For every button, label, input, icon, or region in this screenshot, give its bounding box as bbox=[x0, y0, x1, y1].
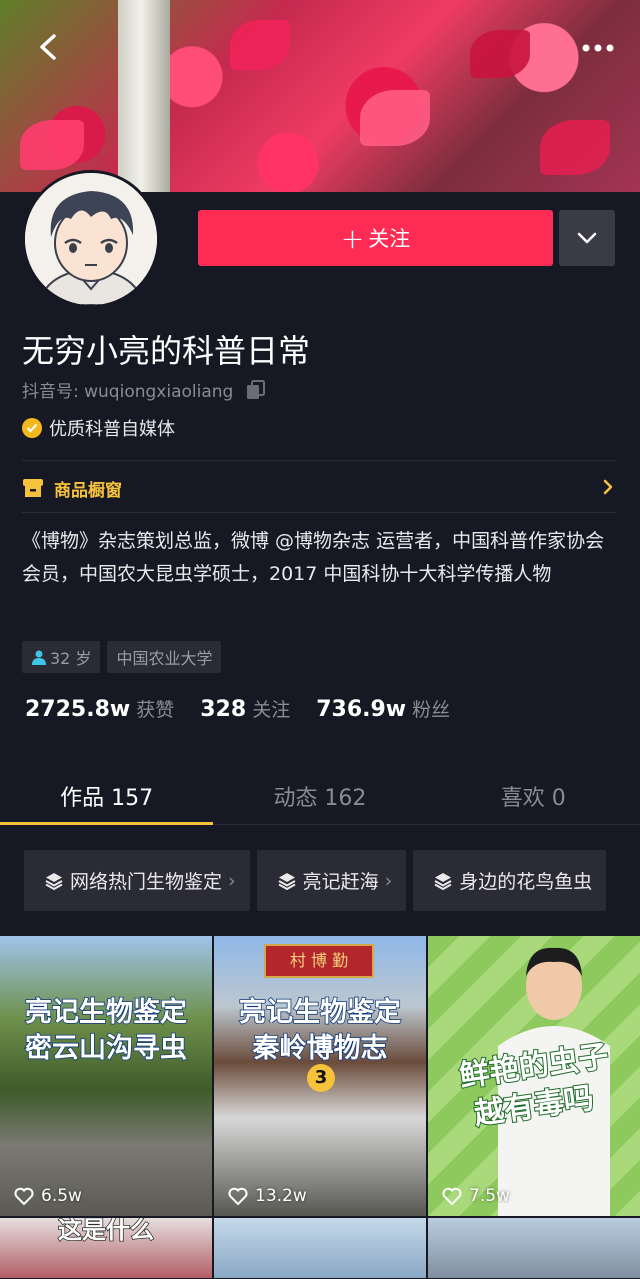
divider bbox=[22, 460, 616, 461]
tab-moments[interactable]: 动态 162 bbox=[213, 770, 426, 824]
plus-icon: + bbox=[340, 221, 365, 255]
tab-works[interactable]: 作品 157 bbox=[0, 770, 214, 825]
profile-tags: 32 岁 中国农业大学 bbox=[22, 641, 222, 673]
avatar[interactable] bbox=[22, 170, 160, 308]
video-title-line: 这是什么 bbox=[57, 1218, 155, 1245]
video-thumbnail[interactable] bbox=[428, 1218, 640, 1278]
following-count[interactable]: 328 bbox=[200, 697, 246, 722]
likes-count: 7.5w bbox=[469, 1186, 510, 1206]
follow-button[interactable]: + 关注 bbox=[198, 210, 553, 266]
ellipsis-icon[interactable] bbox=[576, 30, 620, 66]
content-tabs: 作品 157 动态 162 喜欢 0 bbox=[0, 770, 640, 825]
video-number-badge: 3 bbox=[307, 1064, 335, 1092]
cover-leaf bbox=[360, 90, 430, 146]
tab-likes[interactable]: 喜欢 0 bbox=[427, 770, 640, 824]
cover-banner bbox=[0, 0, 640, 192]
collection-chip[interactable]: 亮记赶海 › bbox=[256, 850, 407, 911]
heart-icon bbox=[228, 1187, 248, 1205]
followers-label[interactable]: 粉丝 bbox=[412, 695, 450, 722]
verified-label: 优质科普自媒体 bbox=[49, 419, 175, 440]
video-likes: 13.2w bbox=[228, 1186, 307, 1206]
video-title-line: 亮记生物鉴定 bbox=[238, 996, 402, 1029]
follow-label: 关注 bbox=[368, 227, 411, 251]
video-likes: 6.5w bbox=[14, 1186, 82, 1206]
shop-icon bbox=[23, 479, 43, 497]
douyin-id: 抖音号: wuqiongxiaoliang bbox=[22, 382, 234, 402]
chevron-left-icon[interactable] bbox=[30, 28, 68, 66]
likes-count: 13.2w bbox=[255, 1186, 307, 1206]
likes-label: 获赞 bbox=[136, 699, 175, 721]
expand-button[interactable] bbox=[559, 210, 615, 266]
shop-label: 商品橱窗 bbox=[54, 480, 122, 501]
video-title-line: 密云山沟寻虫 bbox=[24, 1032, 188, 1065]
layers-icon bbox=[45, 872, 63, 890]
school-tag: 中国农业大学 bbox=[107, 641, 222, 673]
video-title-line: 亮记生物鉴定 bbox=[24, 996, 188, 1029]
collection-chip[interactable]: 网络热门生物鉴定 › bbox=[24, 850, 250, 911]
age-tag: 32 岁 bbox=[22, 641, 101, 673]
profile-bio: 《博物》杂志策划总监，微博 @博物杂志 运营者，中国科普作家协会会员，中国农大昆… bbox=[22, 530, 605, 585]
chevron-right-icon: › bbox=[384, 869, 393, 892]
likes-count: 6.5w bbox=[41, 1186, 82, 1206]
douyin-id-row: 抖音号: wuqiongxiaoliang bbox=[22, 377, 267, 402]
video-thumbnail[interactable]: 这是什么 bbox=[0, 1218, 212, 1278]
collection-list: 网络热门生物鉴定 › 亮记赶海 › 身边的花鸟鱼虫 bbox=[24, 850, 607, 911]
cover-leaf bbox=[470, 30, 530, 78]
profile-name: 无穷小亮的科普日常 bbox=[22, 332, 311, 370]
person-icon bbox=[32, 650, 46, 665]
profile-stats: 2725.8w 获赞 328 关注 736.9w 粉丝 bbox=[25, 695, 476, 722]
layers-icon bbox=[434, 872, 452, 890]
video-thumbnail[interactable] bbox=[214, 1218, 426, 1278]
shop-window-row[interactable]: 商品橱窗 bbox=[22, 470, 616, 506]
followers-count[interactable]: 736.9w bbox=[316, 697, 406, 722]
cover-leaf bbox=[20, 120, 84, 170]
collection-label: 网络热门生物鉴定 bbox=[70, 871, 223, 893]
collection-label: 亮记赶海 bbox=[302, 871, 379, 893]
video-title-line: 秦岭博物志 bbox=[252, 1032, 389, 1065]
chevron-down-icon bbox=[577, 232, 597, 244]
heart-icon bbox=[14, 1187, 34, 1205]
video-likes: 7.5w bbox=[442, 1186, 510, 1206]
divider bbox=[22, 512, 616, 513]
collection-chip[interactable]: 身边的花鸟鱼虫 bbox=[413, 850, 607, 911]
collection-label: 身边的花鸟鱼虫 bbox=[459, 871, 593, 893]
copy-icon[interactable] bbox=[245, 379, 267, 401]
layers-icon bbox=[278, 872, 296, 890]
school-text: 中国农业大学 bbox=[116, 649, 213, 668]
following-label[interactable]: 关注 bbox=[252, 695, 290, 722]
verified-badge: 优质科普自媒体 bbox=[22, 415, 175, 441]
video-thumbnail[interactable]: 村 博 勤 亮记生物鉴定 秦岭博物志 3 13.2w bbox=[214, 936, 426, 1216]
cover-leaf bbox=[540, 120, 610, 175]
verified-check-icon bbox=[22, 418, 42, 438]
avatar-illustration bbox=[25, 173, 157, 305]
age-text: 32 岁 bbox=[50, 649, 92, 668]
video-thumbnail[interactable]: 鲜艳的虫子 越有毒吗 7.5w bbox=[428, 936, 640, 1216]
video-grid: 亮记生物鉴定 密云山沟寻虫 6.5w 村 博 勤 亮记生物鉴定 秦岭博物志 3 … bbox=[0, 936, 640, 1278]
video-thumbnail[interactable]: 亮记生物鉴定 密云山沟寻虫 6.5w bbox=[0, 936, 212, 1216]
chevron-right-icon: › bbox=[228, 869, 236, 892]
cover-leaf bbox=[230, 20, 290, 70]
cover-tree-trunk bbox=[118, 0, 170, 192]
likes-count: 2725.8w bbox=[25, 697, 131, 722]
heart-icon bbox=[442, 1187, 462, 1205]
chevron-right-icon bbox=[603, 479, 613, 495]
video-sign: 村 博 勤 bbox=[264, 944, 374, 978]
